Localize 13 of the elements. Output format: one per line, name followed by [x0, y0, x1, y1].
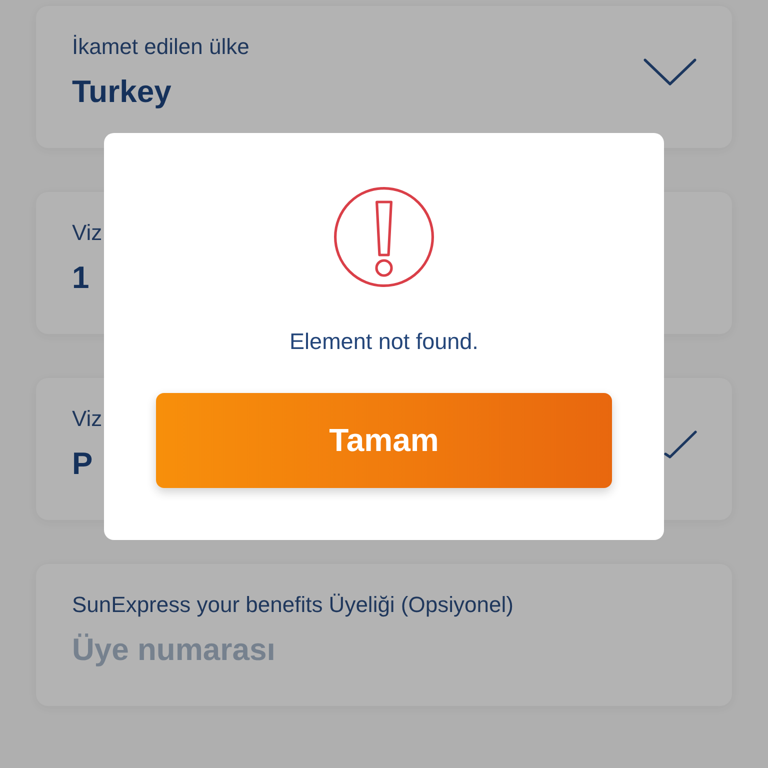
field-label: Viz — [72, 220, 102, 245]
check-icon — [664, 430, 697, 458]
field-label: SunExpress your benefits Üyeliği (Opsiyonel) — [72, 592, 514, 617]
chevron-down-icon — [643, 58, 697, 86]
alert-icon — [334, 187, 434, 287]
field-value: P — [72, 446, 93, 482]
dialog-message: Element not found. — [290, 330, 478, 354]
field-value: 1 — [72, 260, 90, 296]
field-label: Viz — [72, 406, 102, 431]
ok-button[interactable]: Tamam — [156, 393, 612, 488]
field-label: İkamet edilen ülke — [72, 34, 250, 59]
field-value: Turkey — [72, 74, 172, 110]
member-number-input[interactable]: Üye numarası — [72, 632, 392, 668]
